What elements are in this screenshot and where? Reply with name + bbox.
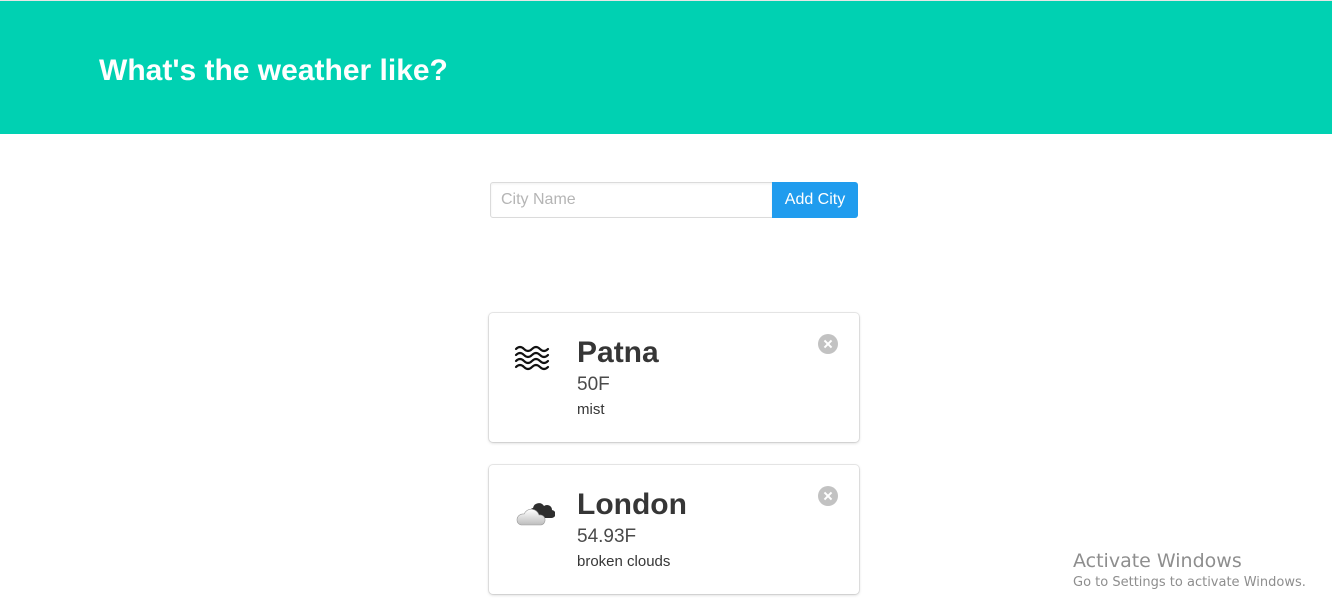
page-title: What's the weather like? xyxy=(99,54,448,87)
weather-card-london: London 54.93F broken clouds xyxy=(489,465,859,594)
weather-description: broken clouds xyxy=(577,553,671,570)
delete-city-button[interactable] xyxy=(818,334,838,354)
temperature: 50F xyxy=(577,374,610,395)
city-name: London xyxy=(577,488,687,521)
broken-clouds-icon xyxy=(516,503,555,526)
weather-description: mist xyxy=(577,401,605,418)
add-city-button[interactable]: Add City xyxy=(772,182,858,218)
temperature: 54.93F xyxy=(577,526,637,547)
add-city-form: Add City xyxy=(490,182,858,218)
activate-windows-watermark: Activate Windows Go to Settings to activ… xyxy=(1073,550,1306,592)
watermark-subtitle: Go to Settings to activate Windows. xyxy=(1073,575,1306,590)
hero-banner: What's the weather like? xyxy=(0,1,1332,134)
watermark-title: Activate Windows xyxy=(1073,550,1242,572)
delete-city-button[interactable] xyxy=(818,486,838,506)
mist-icon xyxy=(514,345,550,371)
weather-card-patna: Patna 50F mist xyxy=(489,313,859,442)
city-name: Patna xyxy=(577,336,659,369)
city-name-input[interactable] xyxy=(490,182,773,218)
